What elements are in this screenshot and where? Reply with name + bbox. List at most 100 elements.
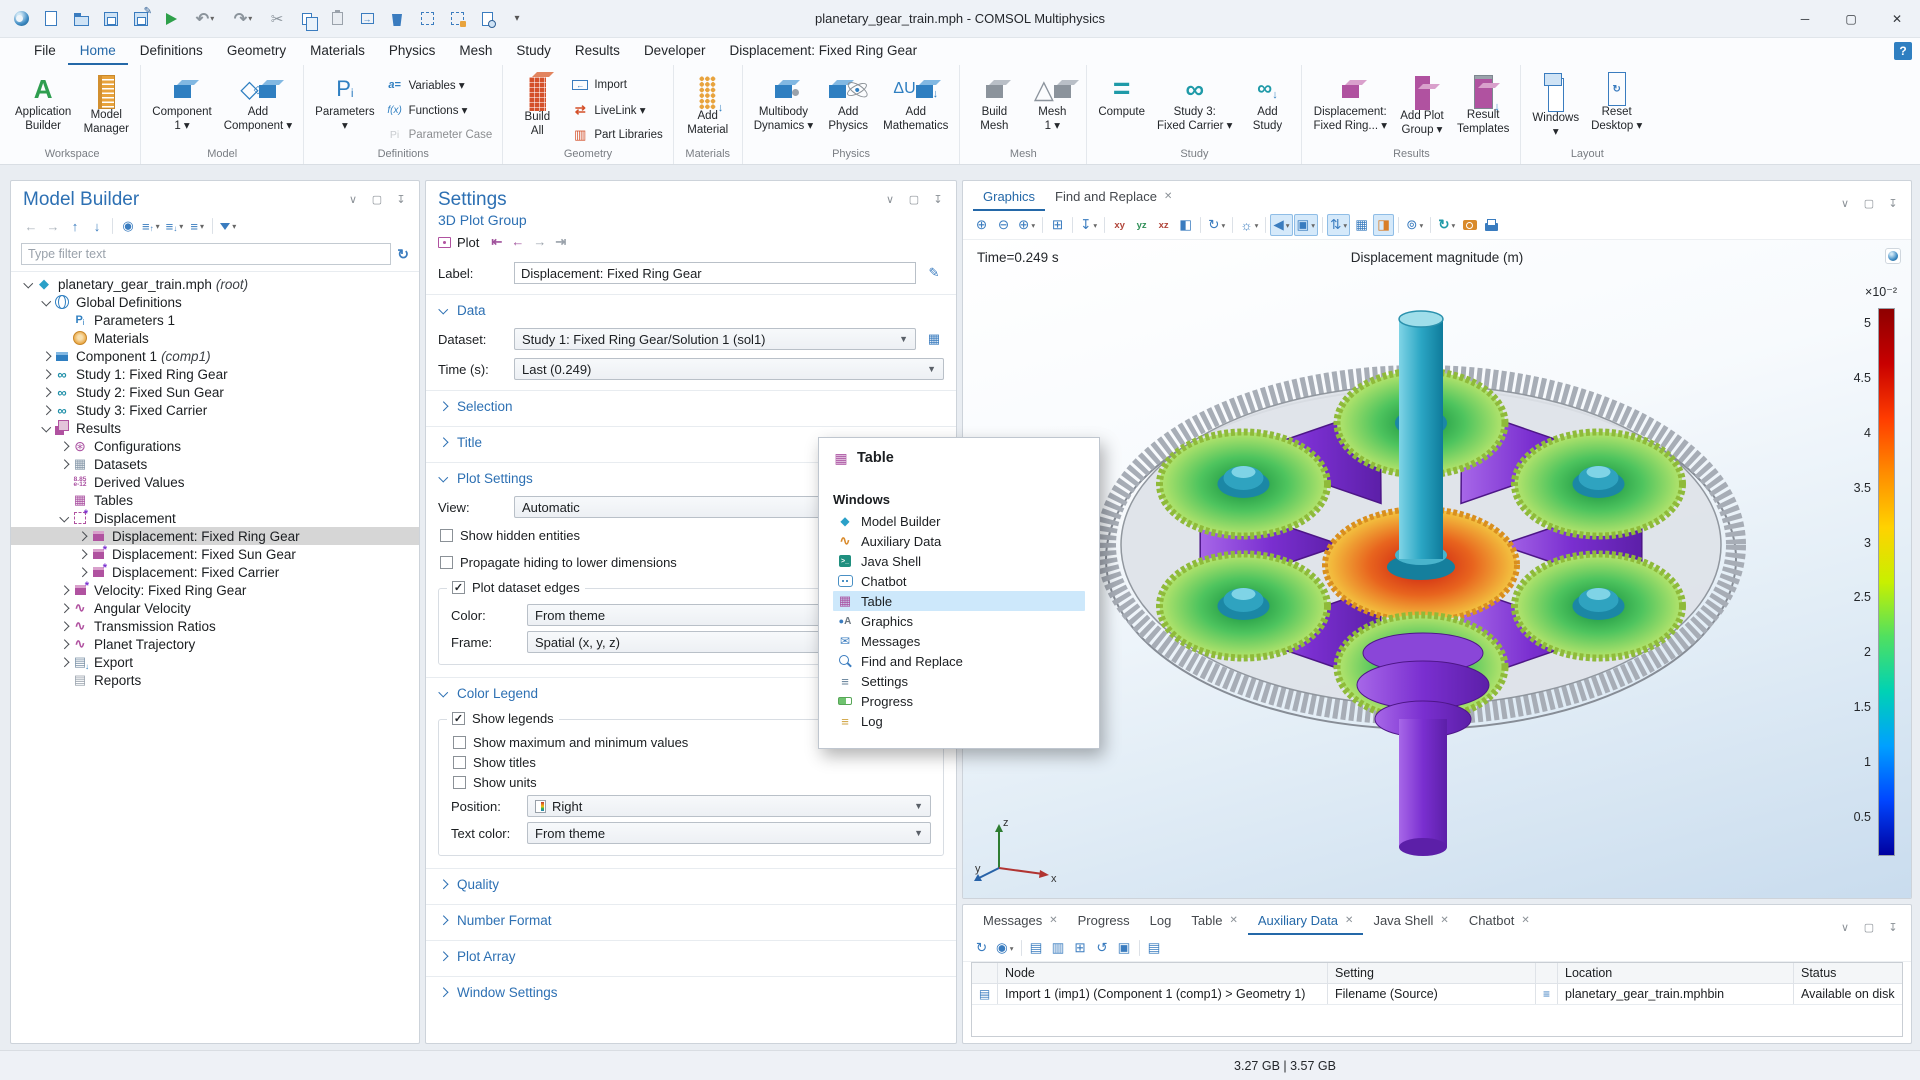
tree-tool[interactable]: ▾ bbox=[112, 218, 113, 234]
collapse-panel-icon[interactable]: ∨ bbox=[882, 191, 898, 207]
ribbon-tab[interactable]: Geometry bbox=[215, 38, 298, 65]
auxiliary-tool[interactable]: ▤▾ bbox=[1144, 937, 1165, 959]
graphics-tool[interactable]: ↻▾ bbox=[1435, 214, 1458, 236]
graphics-tab[interactable]: Graphics✕ bbox=[973, 185, 1045, 211]
close-tab-icon[interactable]: ✕ bbox=[1164, 191, 1172, 202]
propagate-hiding-checkbox[interactable] bbox=[440, 556, 453, 569]
information-tab[interactable]: Progress✕ bbox=[1068, 909, 1140, 935]
tree-tool[interactable]: ≡▾ bbox=[187, 215, 207, 237]
column-header-location[interactable]: Location bbox=[1558, 963, 1794, 983]
graphics-tool[interactable]: ◧▾ bbox=[1175, 214, 1196, 236]
ribbon-tab[interactable]: Study bbox=[504, 38, 563, 65]
tree-item[interactable]: Angular Velocity bbox=[11, 599, 419, 617]
tree-tool[interactable]: ≡▾ bbox=[164, 215, 186, 237]
information-tab[interactable]: Log✕ bbox=[1140, 909, 1182, 935]
tree-chevron-icon[interactable] bbox=[57, 637, 71, 651]
close-tab-icon[interactable]: ✕ bbox=[1345, 915, 1353, 926]
ribbon-button[interactable]: Reset Desktop ▾ bbox=[1585, 69, 1648, 146]
ribbon-button[interactable]: Add Physics bbox=[819, 69, 877, 146]
column-header-node[interactable]: Node bbox=[998, 963, 1328, 983]
close-tab-icon[interactable]: ✕ bbox=[1440, 915, 1448, 926]
gear-visualization[interactable] bbox=[963, 240, 1911, 898]
graphics-tool[interactable]: ↻▾ bbox=[1205, 214, 1228, 236]
auxiliary-tool[interactable]: ↺▾ bbox=[1092, 937, 1113, 959]
collapse-panel-icon[interactable]: ∨ bbox=[1837, 195, 1853, 211]
section-quality[interactable]: Quality bbox=[426, 868, 956, 898]
graphics-tool[interactable]: ▾ bbox=[1481, 214, 1502, 236]
auxiliary-tool[interactable]: ▤▾ bbox=[1026, 937, 1047, 959]
tree-chevron-icon[interactable] bbox=[75, 547, 89, 561]
auxiliary-tool[interactable]: ↻▾ bbox=[971, 937, 992, 959]
tree-tool[interactable]: ▾ bbox=[218, 215, 238, 237]
graphics-tool[interactable]: ⊖▾ bbox=[993, 214, 1014, 236]
ribbon-button[interactable]: Result Templates bbox=[1451, 69, 1515, 146]
windows-menu-item[interactable]: Settings bbox=[833, 671, 1085, 691]
graphics-tool[interactable]: ▦▾ bbox=[1351, 214, 1372, 236]
open-file-icon[interactable]: ▾ bbox=[68, 6, 94, 32]
tree-item[interactable]: Tables bbox=[11, 491, 419, 509]
graphics-tool[interactable]: ▣▾ bbox=[1294, 214, 1319, 236]
information-tab[interactable]: Messages✕ bbox=[973, 909, 1068, 935]
graphics-tool[interactable]: ⊞▾ bbox=[1047, 214, 1068, 236]
ribbon-button[interactable]: Add Study bbox=[1238, 69, 1296, 146]
ribbon-tab[interactable]: Materials bbox=[298, 38, 377, 65]
graphics-tool[interactable]: ▾ bbox=[1322, 217, 1323, 233]
ribbon-tab[interactable]: Mesh bbox=[447, 38, 504, 65]
filename-list-icon[interactable] bbox=[1536, 984, 1558, 1004]
auxiliary-tool[interactable]: ▥▾ bbox=[1048, 937, 1069, 959]
graphics-tool[interactable]: ↧▾ bbox=[1077, 214, 1100, 236]
windows-menu-item[interactable]: Graphics bbox=[833, 611, 1085, 631]
ribbon-tab[interactable]: Home bbox=[68, 38, 128, 65]
section-selection[interactable]: Selection bbox=[426, 390, 956, 420]
tree-chevron-icon[interactable] bbox=[57, 439, 71, 453]
graphics-tool[interactable]: ⊕▾ bbox=[971, 214, 992, 236]
pin-panel-icon[interactable]: ↧ bbox=[393, 191, 409, 207]
comsol-logo[interactable]: ▾ bbox=[8, 6, 34, 32]
tree-chevron-icon[interactable] bbox=[57, 511, 71, 525]
ribbon-button[interactable]: LiveLink ▾ bbox=[567, 100, 667, 120]
graphics-tool[interactable]: ▾ bbox=[1104, 217, 1105, 233]
windows-menu-item[interactable]: Progress bbox=[833, 691, 1085, 711]
tree-chevron-icon[interactable] bbox=[39, 349, 53, 363]
maximize-button[interactable]: ▢ bbox=[1828, 0, 1874, 38]
graphics-tool[interactable]: ⊕▾ bbox=[1015, 214, 1038, 236]
section-data[interactable]: Data bbox=[426, 294, 956, 324]
ribbon-button[interactable]: Compute bbox=[1092, 69, 1151, 146]
graphics-tool[interactable]: yz▾ bbox=[1131, 214, 1152, 236]
plot-next-icon[interactable]: → bbox=[533, 234, 546, 250]
ribbon-button[interactable]: Parameter Case bbox=[382, 125, 498, 145]
close-button[interactable]: ✕ bbox=[1874, 0, 1920, 38]
plot-button[interactable]: Plot bbox=[457, 235, 479, 250]
legend-position-select[interactable]: Right▼ bbox=[527, 795, 931, 817]
rename-icon[interactable]: ✎ bbox=[924, 263, 944, 283]
section-window-settings[interactable]: Window Settings bbox=[426, 976, 956, 1006]
section-number-format[interactable]: Number Format bbox=[426, 904, 956, 934]
auxiliary-tool[interactable]: ▾ bbox=[1139, 940, 1140, 956]
tree-chevron-icon[interactable] bbox=[57, 583, 71, 597]
tree-item[interactable]: Results bbox=[11, 419, 419, 437]
ribbon-tab[interactable]: Physics bbox=[377, 38, 448, 65]
graphics-tool[interactable]: ◀▾ bbox=[1270, 214, 1292, 236]
ribbon-button[interactable]: Part Libraries bbox=[567, 125, 667, 145]
ribbon-tab[interactable]: File bbox=[22, 38, 68, 65]
ribbon-button[interactable]: Application Builder bbox=[9, 69, 77, 146]
graphics-tool[interactable]: xz▾ bbox=[1153, 214, 1174, 236]
toolbar-overflow-icon[interactable]: ▾ bbox=[504, 6, 530, 32]
tree-tool[interactable]: ←▾ bbox=[21, 215, 41, 237]
windows-menu-item[interactable]: Find and Replace bbox=[833, 651, 1085, 671]
tree-item[interactable]: Parameters 1 bbox=[11, 311, 419, 329]
deselect-icon[interactable]: ▾ bbox=[444, 6, 470, 32]
new-file-icon[interactable]: ▾ bbox=[38, 6, 64, 32]
windows-menu-item[interactable]: Auxiliary Data bbox=[833, 531, 1085, 551]
legend-text-color-select[interactable]: From theme▼ bbox=[527, 822, 931, 844]
ribbon-button[interactable]: Build All bbox=[508, 69, 566, 146]
section-plot-array[interactable]: Plot Array bbox=[426, 940, 956, 970]
graphics-tab[interactable]: Find and Replace✕ bbox=[1045, 185, 1182, 211]
tree-tool[interactable]: ↓▾ bbox=[87, 215, 107, 237]
delete-icon[interactable]: ▾ bbox=[384, 6, 410, 32]
ribbon-button[interactable]: Model Manager bbox=[77, 69, 135, 146]
tree-tool[interactable]: ≡▾ bbox=[140, 215, 162, 237]
graphics-tool[interactable]: ▾ bbox=[1398, 217, 1399, 233]
ribbon-tab[interactable]: Displacement: Fixed Ring Gear bbox=[717, 38, 929, 65]
windows-menu-item[interactable]: Model Builder bbox=[833, 511, 1085, 531]
